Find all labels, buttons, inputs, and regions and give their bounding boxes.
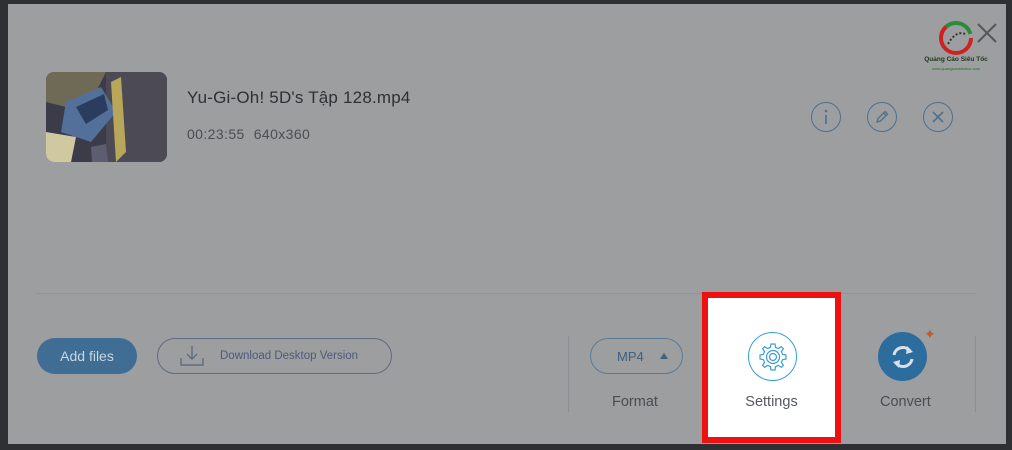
convert-caption: Convert <box>880 394 931 410</box>
convert-button[interactable] <box>878 332 927 381</box>
settings-button[interactable]: Settings <box>702 292 841 443</box>
download-tray-icon <box>180 346 204 366</box>
converter-panel: Quảng Cáo Siêu Tốc www.quangcaosieutoc.c… <box>8 4 1006 444</box>
format-caption: Format <box>612 394 658 410</box>
caret-up-icon <box>660 353 668 359</box>
remove-icon <box>932 111 944 123</box>
add-files-button[interactable]: Add files <box>37 338 137 374</box>
toolbar-separator <box>568 336 569 412</box>
logo-tagline: www.quangcaosieutoc.com <box>931 66 981 71</box>
file-resolution: 640x360 <box>253 126 311 142</box>
edit-button[interactable] <box>867 102 897 132</box>
edit-icon <box>876 110 889 123</box>
logo-brand-text: Quảng Cáo Siêu Tốc <box>924 56 988 63</box>
close-icon[interactable] <box>976 22 998 49</box>
refresh-arrows-icon <box>892 345 913 368</box>
format-select[interactable]: MP4 <box>590 338 683 374</box>
info-button[interactable] <box>811 102 841 132</box>
settings-label: Settings <box>745 394 798 410</box>
file-name: Yu-Gi-Oh! 5D's Tập 128.mp4 <box>187 88 411 107</box>
gear-icon-ring <box>748 332 797 381</box>
video-thumbnail <box>46 72 167 162</box>
remove-file-button[interactable] <box>923 102 953 132</box>
file-duration: 00:23:55 <box>187 126 245 142</box>
format-value: MP4 <box>617 348 644 364</box>
download-desktop-button[interactable]: Download Desktop Version <box>157 338 392 374</box>
info-icon <box>824 109 828 124</box>
gear-icon <box>758 342 787 371</box>
download-label: Download Desktop Version <box>220 350 359 362</box>
sparkle-icon: ✦ <box>924 326 936 342</box>
file-meta: 00:23:55 640x360 <box>187 126 310 142</box>
toolbar-separator <box>975 336 976 412</box>
